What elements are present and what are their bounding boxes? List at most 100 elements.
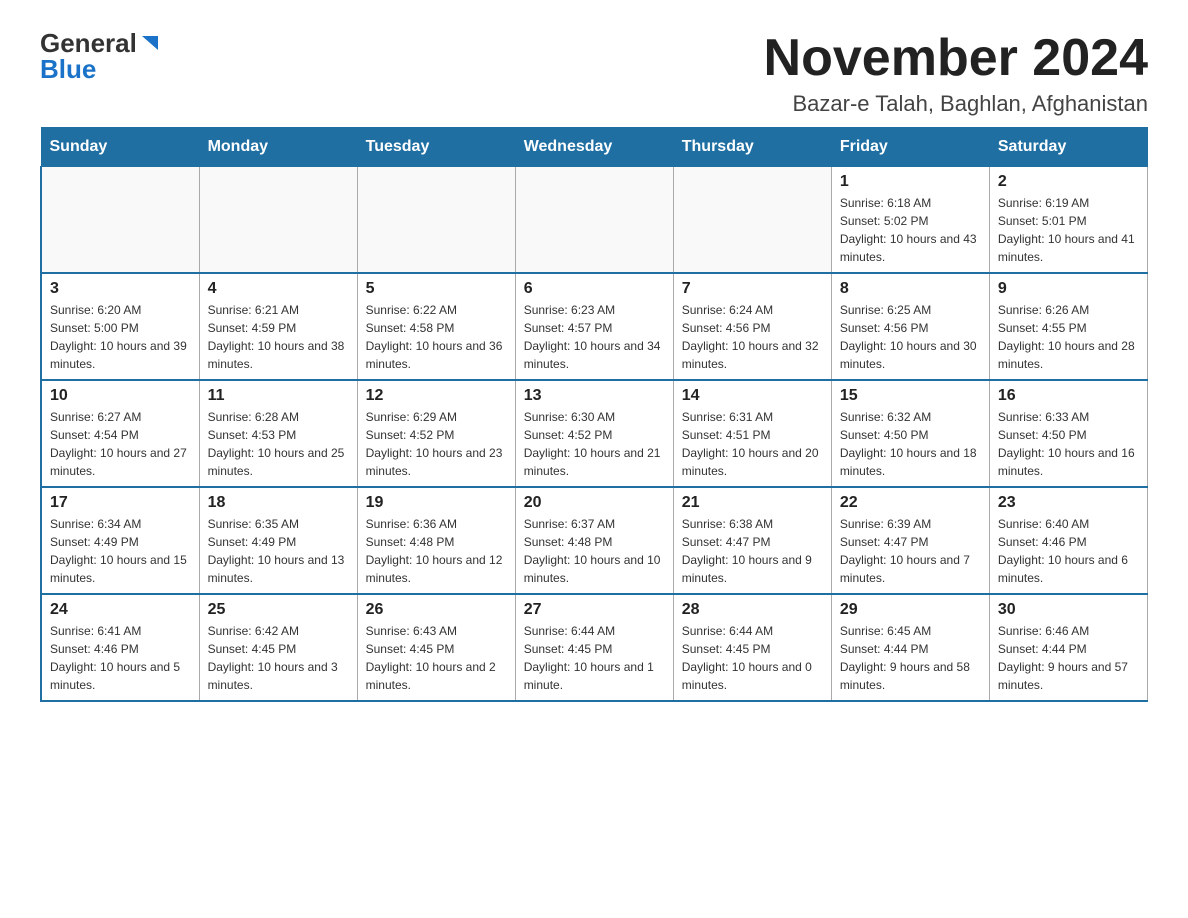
day-of-week-header: Monday: [199, 128, 357, 167]
day-info-line: Sunset: 4:44 PM: [840, 640, 981, 658]
day-info-line: Daylight: 10 hours and 12 minutes.: [366, 551, 507, 587]
calendar-day-cell: 29Sunrise: 6:45 AMSunset: 4:44 PMDayligh…: [831, 594, 989, 701]
calendar-day-cell: 21Sunrise: 6:38 AMSunset: 4:47 PMDayligh…: [673, 487, 831, 594]
day-info-line: Daylight: 10 hours and 3 minutes.: [208, 658, 349, 694]
logo-general-row: General: [40, 30, 161, 56]
day-info-line: Daylight: 10 hours and 1 minute.: [524, 658, 665, 694]
day-info-line: Sunrise: 6:39 AM: [840, 515, 981, 533]
day-number: 8: [840, 280, 981, 298]
day-info-line: Sunset: 5:00 PM: [50, 319, 191, 337]
day-info-line: Sunrise: 6:43 AM: [366, 622, 507, 640]
calendar-day-cell: 15Sunrise: 6:32 AMSunset: 4:50 PMDayligh…: [831, 380, 989, 487]
day-info-line: Sunrise: 6:27 AM: [50, 408, 191, 426]
day-info-line: Sunset: 4:53 PM: [208, 426, 349, 444]
calendar-day-cell: 3Sunrise: 6:20 AMSunset: 5:00 PMDaylight…: [41, 273, 199, 380]
day-info-line: Sunset: 4:55 PM: [998, 319, 1139, 337]
calendar-day-cell: 25Sunrise: 6:42 AMSunset: 4:45 PMDayligh…: [199, 594, 357, 701]
day-number: 30: [998, 601, 1139, 619]
day-number: 5: [366, 280, 507, 298]
day-number: 22: [840, 494, 981, 512]
header-row: SundayMondayTuesdayWednesdayThursdayFrid…: [41, 128, 1148, 167]
day-number: 24: [50, 601, 191, 619]
day-info-line: Sunset: 4:54 PM: [50, 426, 191, 444]
day-info-line: Sunset: 4:56 PM: [840, 319, 981, 337]
calendar-day-cell: 27Sunrise: 6:44 AMSunset: 4:45 PMDayligh…: [515, 594, 673, 701]
day-info-line: Sunrise: 6:33 AM: [998, 408, 1139, 426]
day-number: 16: [998, 387, 1139, 405]
day-info-line: Sunrise: 6:21 AM: [208, 301, 349, 319]
page-header: General Blue November 2024 Bazar-e Talah…: [40, 30, 1148, 117]
day-info-line: Sunset: 4:56 PM: [682, 319, 823, 337]
calendar-table: SundayMondayTuesdayWednesdayThursdayFrid…: [40, 127, 1148, 702]
calendar-day-cell: [515, 167, 673, 274]
calendar-day-cell: 4Sunrise: 6:21 AMSunset: 4:59 PMDaylight…: [199, 273, 357, 380]
day-info-line: Daylight: 9 hours and 57 minutes.: [998, 658, 1139, 694]
day-info-line: Sunrise: 6:37 AM: [524, 515, 665, 533]
day-info-line: Sunset: 4:48 PM: [366, 533, 507, 551]
calendar-day-cell: 23Sunrise: 6:40 AMSunset: 4:46 PMDayligh…: [989, 487, 1147, 594]
calendar-day-cell: 13Sunrise: 6:30 AMSunset: 4:52 PMDayligh…: [515, 380, 673, 487]
day-info-line: Sunrise: 6:46 AM: [998, 622, 1139, 640]
day-number: 20: [524, 494, 665, 512]
day-info-line: Daylight: 10 hours and 43 minutes.: [840, 230, 981, 266]
day-info-line: Sunset: 4:57 PM: [524, 319, 665, 337]
calendar-day-cell: 2Sunrise: 6:19 AMSunset: 5:01 PMDaylight…: [989, 167, 1147, 274]
day-info-line: Sunrise: 6:20 AM: [50, 301, 191, 319]
calendar-day-cell: 5Sunrise: 6:22 AMSunset: 4:58 PMDaylight…: [357, 273, 515, 380]
day-info-line: Sunrise: 6:42 AM: [208, 622, 349, 640]
day-info-line: Sunrise: 6:40 AM: [998, 515, 1139, 533]
day-number: 7: [682, 280, 823, 298]
day-info-line: Daylight: 10 hours and 32 minutes.: [682, 337, 823, 373]
calendar-week-row: 3Sunrise: 6:20 AMSunset: 5:00 PMDaylight…: [41, 273, 1148, 380]
calendar-day-cell: 11Sunrise: 6:28 AMSunset: 4:53 PMDayligh…: [199, 380, 357, 487]
day-info-line: Daylight: 10 hours and 41 minutes.: [998, 230, 1139, 266]
day-number: 25: [208, 601, 349, 619]
day-number: 6: [524, 280, 665, 298]
calendar-week-row: 1Sunrise: 6:18 AMSunset: 5:02 PMDaylight…: [41, 167, 1148, 274]
day-info-line: Sunrise: 6:44 AM: [682, 622, 823, 640]
day-number: 21: [682, 494, 823, 512]
day-info-line: Daylight: 10 hours and 2 minutes.: [366, 658, 507, 694]
calendar-day-cell: 6Sunrise: 6:23 AMSunset: 4:57 PMDaylight…: [515, 273, 673, 380]
day-info-line: Sunrise: 6:26 AM: [998, 301, 1139, 319]
calendar-day-cell: [41, 167, 199, 274]
day-info-line: Sunset: 5:02 PM: [840, 212, 981, 230]
day-info-line: Sunrise: 6:45 AM: [840, 622, 981, 640]
day-info-line: Daylight: 10 hours and 15 minutes.: [50, 551, 191, 587]
day-info-line: Sunrise: 6:23 AM: [524, 301, 665, 319]
calendar-day-cell: 26Sunrise: 6:43 AMSunset: 4:45 PMDayligh…: [357, 594, 515, 701]
day-info-line: Daylight: 10 hours and 23 minutes.: [366, 444, 507, 480]
day-info-line: Sunset: 4:45 PM: [682, 640, 823, 658]
day-info-line: Sunrise: 6:38 AM: [682, 515, 823, 533]
calendar-day-cell: 16Sunrise: 6:33 AMSunset: 4:50 PMDayligh…: [989, 380, 1147, 487]
day-info-line: Daylight: 10 hours and 6 minutes.: [998, 551, 1139, 587]
calendar-day-cell: 30Sunrise: 6:46 AMSunset: 4:44 PMDayligh…: [989, 594, 1147, 701]
day-info-line: Sunset: 4:47 PM: [840, 533, 981, 551]
day-info-line: Sunset: 4:50 PM: [998, 426, 1139, 444]
day-info-line: Sunset: 4:52 PM: [366, 426, 507, 444]
day-info-line: Sunset: 4:50 PM: [840, 426, 981, 444]
calendar-day-cell: 28Sunrise: 6:44 AMSunset: 4:45 PMDayligh…: [673, 594, 831, 701]
day-info-line: Sunset: 4:59 PM: [208, 319, 349, 337]
day-of-week-header: Sunday: [41, 128, 199, 167]
day-number: 1: [840, 173, 981, 191]
calendar-header: SundayMondayTuesdayWednesdayThursdayFrid…: [41, 128, 1148, 167]
day-info-line: Daylight: 10 hours and 9 minutes.: [682, 551, 823, 587]
calendar-week-row: 24Sunrise: 6:41 AMSunset: 4:46 PMDayligh…: [41, 594, 1148, 701]
day-info-line: Daylight: 9 hours and 58 minutes.: [840, 658, 981, 694]
logo: General Blue: [40, 30, 161, 83]
month-title: November 2024: [764, 30, 1148, 87]
day-info-line: Sunrise: 6:28 AM: [208, 408, 349, 426]
day-number: 11: [208, 387, 349, 405]
day-info-line: Sunrise: 6:41 AM: [50, 622, 191, 640]
day-number: 17: [50, 494, 191, 512]
calendar-day-cell: 14Sunrise: 6:31 AMSunset: 4:51 PMDayligh…: [673, 380, 831, 487]
day-info-line: Sunset: 4:48 PM: [524, 533, 665, 551]
day-info-line: Sunrise: 6:35 AM: [208, 515, 349, 533]
day-info-line: Daylight: 10 hours and 18 minutes.: [840, 444, 981, 480]
day-number: 27: [524, 601, 665, 619]
day-number: 13: [524, 387, 665, 405]
day-info-line: Daylight: 10 hours and 21 minutes.: [524, 444, 665, 480]
calendar-day-cell: [199, 167, 357, 274]
day-info-line: Sunrise: 6:30 AM: [524, 408, 665, 426]
